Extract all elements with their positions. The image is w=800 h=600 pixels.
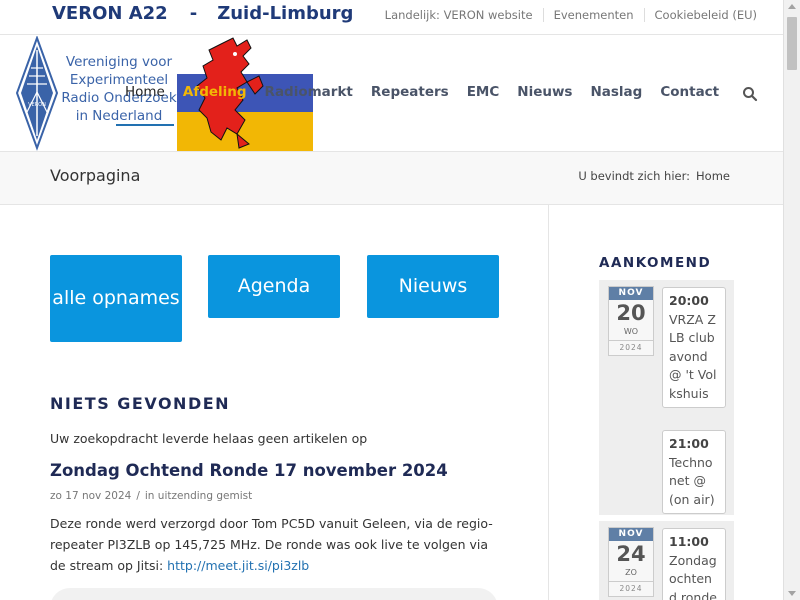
sidebar: AANKOMEND NOV 20 WO 2024 20:00 VRZA ZLB … <box>550 205 783 600</box>
nav-item-contact[interactable]: Contact <box>651 72 728 112</box>
veron-emblem-icon: VERON <box>15 35 59 151</box>
aankomend-heading: AANKOMEND <box>599 255 712 271</box>
nav-item-naslag[interactable]: Naslag <box>581 72 651 112</box>
date-year: 2024 <box>609 581 653 596</box>
date-day: 24 <box>616 542 646 566</box>
nav-item-afdeling[interactable]: Afdeling <box>174 72 256 112</box>
svg-text:VERON: VERON <box>28 102 46 108</box>
event-time: 20:00 <box>669 293 709 308</box>
site-title-separator: - <box>189 3 198 24</box>
date-badge: NOV 24 ZO 2024 <box>608 527 654 597</box>
main-header: VERON Vereniging voor Experimenteel Radi… <box>0 35 783 152</box>
event-time: 21:00 <box>669 436 709 451</box>
nav-item-nieuws[interactable]: Nieuws <box>508 72 581 112</box>
scroll-down-arrow-icon[interactable] <box>788 591 796 596</box>
post-meta-separator: / <box>136 490 140 502</box>
event-item[interactable]: 20:00 VRZA ZLB clubavond @ 't Volkshuis <box>662 287 726 408</box>
scrollbar-thumb[interactable] <box>787 17 797 70</box>
audio-player[interactable] <box>50 588 498 600</box>
nieuws-button[interactable]: Nieuws <box>367 255 499 318</box>
agenda-button[interactable]: Agenda <box>208 255 340 318</box>
site-title[interactable]: VERON A22- Zuid-Limburg <box>52 3 353 24</box>
date-weekday: WO <box>623 327 639 336</box>
top-link-evenementen[interactable]: Evenementen <box>542 8 644 22</box>
main-content: alle opnames Agenda Nieuws NIETS GEVONDE… <box>0 205 549 600</box>
post-title-link[interactable]: Zondag Ochtend Ronde 17 november 2024 <box>50 461 448 480</box>
breadcrumb-home-link[interactable]: Home <box>696 169 730 183</box>
event-title: Zondagochtend ronde <box>669 552 717 600</box>
logo-line: Vereniging voor <box>65 54 173 70</box>
alle-opnames-button[interactable]: alle opnames <box>50 255 182 342</box>
date-badge: NOV 20 WO 2024 <box>608 286 654 356</box>
nav-item-emc[interactable]: EMC <box>458 72 509 112</box>
nav-item-repeaters[interactable]: Repeaters <box>362 72 458 112</box>
post-category-link[interactable]: in uitzending gemist <box>145 490 252 502</box>
date-day: 20 <box>616 301 646 325</box>
event-item[interactable]: 11:00 Zondagochtend ronde <box>662 528 726 600</box>
scroll-up-arrow-icon[interactable] <box>788 4 796 9</box>
top-link-cookiebeleid[interactable]: Cookiebeleid (EU) <box>643 8 767 22</box>
top-links: Landelijk: VERON website Evenementen Coo… <box>375 8 767 22</box>
title-bar: Voorpagina U bevindt zich hier: Home <box>0 152 783 205</box>
page-scrollbar[interactable] <box>783 0 800 600</box>
site-region: Zuid-Limburg <box>217 3 354 24</box>
event-time: 11:00 <box>669 534 709 549</box>
post-meta: zo 17 nov 2024 / in uitzending gemist <box>50 490 252 502</box>
niets-gevonden-heading: NIETS GEVONDEN <box>50 394 231 413</box>
top-link-veron-website[interactable]: Landelijk: VERON website <box>375 8 543 22</box>
date-month: NOV <box>609 528 653 541</box>
date-month: NOV <box>609 287 653 300</box>
breadcrumb: U bevindt zich hier: Home <box>578 169 730 183</box>
site-name: VERON A22 <box>52 3 168 24</box>
event-title: Technonet @ (on air) <box>669 454 715 507</box>
jitsi-stream-link[interactable]: http://meet.jit.si/pi3zlb <box>167 558 309 573</box>
page-title: Voorpagina <box>50 166 141 185</box>
breadcrumb-label: U bevindt zich hier: <box>578 169 691 183</box>
main-nav: Home Afdeling Radiomarkt Repeaters EMC N… <box>116 72 728 126</box>
post-date: zo 17 nov 2024 <box>50 490 132 502</box>
date-year: 2024 <box>609 340 653 355</box>
nav-item-radiomarkt[interactable]: Radiomarkt <box>256 72 362 112</box>
post-excerpt: Deze ronde werd verzorgd door Tom PC5D v… <box>50 513 500 576</box>
nav-item-home[interactable]: Home <box>116 72 174 126</box>
calendar-day: NOV 20 WO 2024 20:00 VRZA ZLB clubavond … <box>599 280 734 515</box>
date-weekday: ZO <box>625 568 637 577</box>
event-item[interactable]: 21:00 Technonet @ (on air) <box>662 430 726 514</box>
top-bar: VERON A22- Zuid-Limburg Landelijk: VERON … <box>0 0 783 35</box>
calendar-day: NOV 24 ZO 2024 11:00 Zondagochtend ronde <box>599 521 734 600</box>
event-title: VRZA ZLB clubavond @ 't Volkshuis <box>669 311 717 401</box>
niets-gevonden-text: Uw zoekopdracht leverde helaas geen arti… <box>50 431 368 446</box>
search-icon[interactable] <box>742 86 758 102</box>
